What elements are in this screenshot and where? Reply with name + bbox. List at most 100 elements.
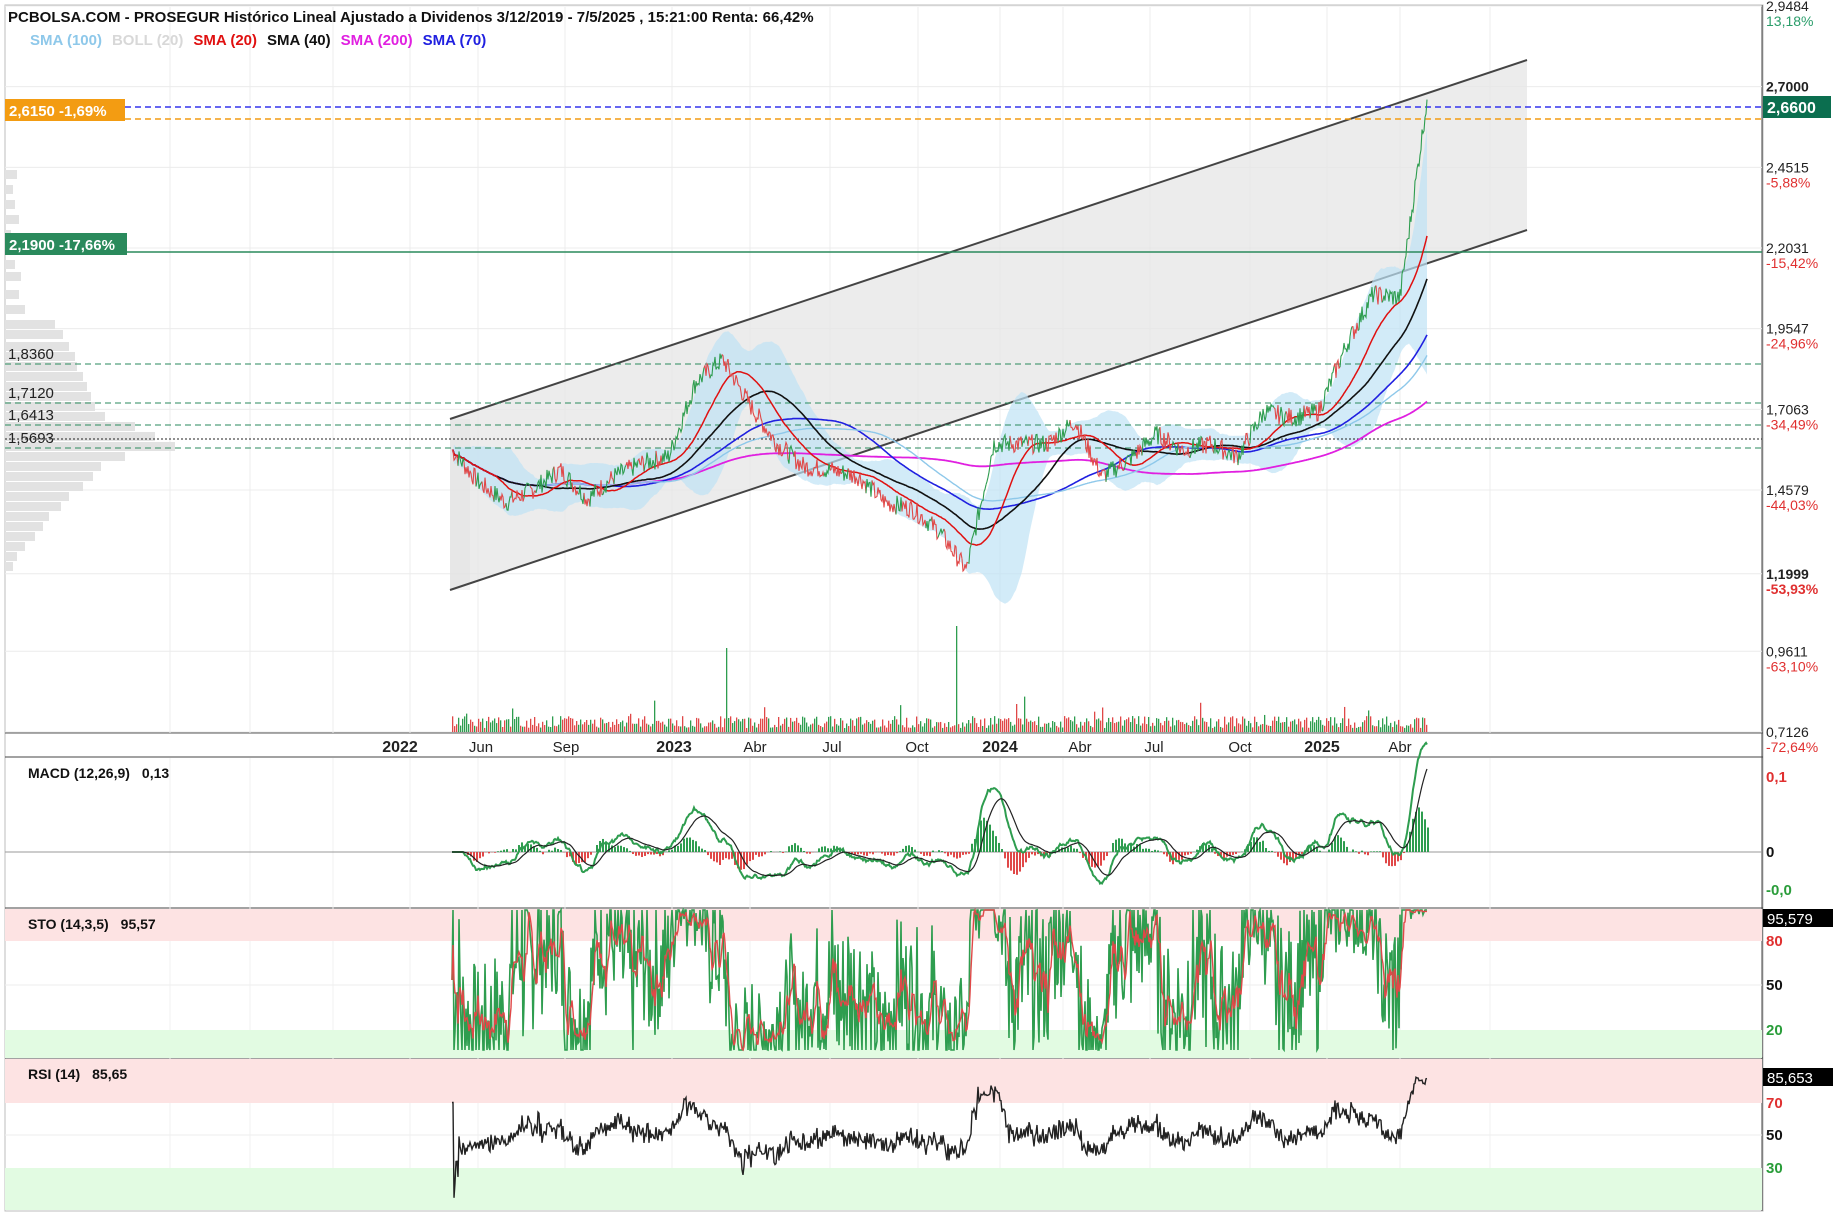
volume-bar	[1318, 716, 1320, 732]
macd-histogram-bar	[800, 847, 802, 852]
plain-level-labels: 1,8360 1,7120 1,6413 1,5693	[8, 346, 54, 447]
macd-histogram-bar	[515, 849, 517, 852]
volume-bar	[860, 716, 862, 732]
macd-histogram-bar	[1016, 852, 1018, 875]
volume-bar	[980, 719, 982, 732]
volume-bar	[1088, 721, 1090, 732]
volume-profile-bar	[5, 522, 43, 531]
volume-profile-bar	[5, 462, 101, 471]
macd-histogram-bar	[746, 852, 748, 865]
macd-histogram-bar	[1031, 852, 1033, 855]
volume-bar	[1188, 725, 1190, 732]
macd-histogram-bar	[710, 852, 712, 859]
macd-histogram-bar	[494, 852, 496, 853]
volume-bar	[704, 726, 706, 732]
volume-bar	[1240, 724, 1242, 732]
volume-bar	[1020, 718, 1022, 732]
volume-bar	[960, 727, 962, 732]
price-tick: 1,7063	[1766, 401, 1809, 417]
macd-histogram-bar	[629, 850, 631, 852]
macd-histogram-bar	[755, 852, 757, 855]
volume-bar	[574, 725, 576, 732]
macd-histogram-bar	[1070, 845, 1072, 852]
volume-bar	[506, 719, 508, 732]
volume-bar	[660, 722, 662, 732]
volume-bar	[950, 727, 952, 732]
volume-bar	[556, 726, 558, 732]
price-tick-pct: -63,10%	[1766, 658, 1818, 674]
macd-histogram-bar	[920, 852, 922, 854]
channel-start-fill	[450, 419, 470, 590]
volume-bar	[1422, 717, 1424, 732]
volume-bar	[1364, 720, 1366, 732]
volume-bar	[1386, 716, 1388, 732]
volume-bar	[958, 724, 960, 732]
volume-profile-bar	[5, 562, 13, 571]
volume-bar	[696, 717, 698, 732]
volume-bar	[802, 716, 804, 732]
volume-bar	[1254, 716, 1256, 732]
volume-bar	[1324, 725, 1326, 732]
volume-bar	[810, 724, 812, 732]
volume-bar	[1286, 717, 1288, 732]
macd-histogram-bar	[1139, 844, 1141, 852]
volume-bar	[1098, 718, 1100, 732]
macd-histogram-bar	[896, 852, 898, 854]
macd-histogram-bar	[620, 845, 622, 852]
volume-bar	[908, 727, 910, 732]
volume-bar	[842, 720, 844, 732]
chart-title: PCBOLSA.COM - PROSEGUR Histórico Lineal …	[8, 9, 814, 26]
volume-bar	[818, 724, 820, 732]
volume-bar	[954, 725, 956, 732]
macd-histogram-bar	[998, 842, 1000, 852]
volume-bar	[1076, 724, 1078, 732]
volume-bar	[578, 724, 580, 732]
volume-bar	[1164, 721, 1166, 732]
macd-histogram-bar	[719, 852, 721, 865]
volume-bar	[914, 727, 916, 732]
volume-bar	[532, 724, 534, 732]
volume-bar	[1204, 721, 1206, 732]
volume-bar	[600, 717, 602, 732]
volume-profile-bar	[5, 532, 35, 541]
volume-bar	[680, 726, 682, 732]
volume-bar	[610, 727, 612, 732]
macd-histogram-bar	[542, 852, 544, 855]
volume-bar	[894, 716, 896, 732]
volume-bar	[626, 722, 628, 732]
volume-bar	[1314, 722, 1316, 732]
macd-histogram-bar	[587, 852, 589, 859]
volume-bar	[1278, 716, 1280, 732]
volume-bar	[812, 723, 814, 732]
volume-bar	[714, 723, 716, 732]
macd-histogram-bar	[1079, 852, 1081, 854]
volume-bar	[522, 726, 524, 732]
volume-bar	[516, 716, 518, 732]
volume-bar	[900, 705, 902, 732]
volume-bar	[636, 723, 638, 732]
volume-bar	[1104, 727, 1106, 732]
volume-bar	[538, 723, 540, 732]
volume-bar	[472, 721, 474, 732]
macd-histogram-bar	[818, 848, 820, 852]
macd-histogram-bar	[704, 850, 706, 852]
volume-bar	[1322, 724, 1324, 732]
volume-bar	[638, 718, 640, 732]
date-label: 2025	[1304, 739, 1340, 756]
macd-histogram-bar	[1343, 841, 1345, 852]
volume-bar	[1232, 716, 1234, 732]
macd-histogram-bar	[1328, 849, 1330, 852]
volume-bar	[1352, 727, 1354, 732]
macd-histogram-bar	[698, 846, 700, 852]
volume-bar	[1120, 716, 1122, 732]
volume-bar	[742, 718, 744, 732]
macd-histogram-bar	[692, 839, 694, 852]
volume-bar	[592, 723, 594, 732]
volume-bar	[808, 726, 810, 732]
volume-bar	[1244, 718, 1246, 732]
macd-histogram-bar	[794, 843, 796, 852]
rsi-overbought-zone	[5, 1059, 1762, 1103]
volume-bar	[1174, 725, 1176, 732]
macd-histogram-bar	[1094, 852, 1096, 868]
macd-histogram-bar	[749, 852, 751, 862]
